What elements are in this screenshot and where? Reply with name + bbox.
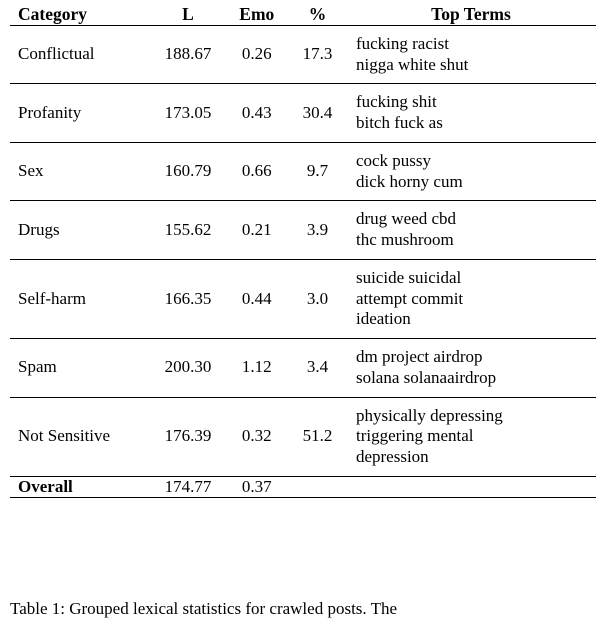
cell-percent: 3.4 bbox=[289, 338, 346, 398]
term-line: nigga white shut bbox=[355, 54, 469, 74]
column-header-l: L bbox=[182, 4, 194, 24]
table-header-row: Category L Emo % Top Terms bbox=[10, 4, 596, 26]
cell-percent: 3.9 bbox=[289, 200, 346, 260]
cell-top-terms bbox=[345, 475, 596, 498]
column-header-category: Category bbox=[18, 4, 88, 24]
cell-l: 176.39 bbox=[151, 396, 225, 477]
column-header-top-terms: Top Terms bbox=[431, 4, 511, 24]
cell-top-terms: drug weed cbd thc mushroom bbox=[345, 200, 596, 260]
term-line: ideation bbox=[355, 309, 411, 329]
lexical-statistics-table: Category L Emo % Top Terms Conflictual 1… bbox=[10, 4, 596, 498]
term-line: dm project airdrop bbox=[355, 347, 483, 367]
cell-category: Sex bbox=[10, 141, 152, 201]
table-row-overall: Overall 174.77 0.37 bbox=[10, 475, 596, 498]
table-body: Conflictual 188.67 0.26 17.3 fucking rac… bbox=[10, 24, 596, 498]
cell-emo: 0.37 bbox=[224, 475, 290, 498]
cell-category: Overall bbox=[10, 475, 152, 498]
cell-emo: 1.12 bbox=[224, 338, 290, 398]
cell-l: 200.30 bbox=[151, 338, 225, 398]
term-line: triggering mental bbox=[355, 426, 474, 446]
table-bottom-rule bbox=[10, 497, 596, 498]
cell-percent bbox=[289, 475, 346, 498]
term-line: bitch fuck as bbox=[355, 113, 443, 133]
cell-percent: 9.7 bbox=[289, 141, 346, 201]
table-row: Not Sensitive 176.39 0.32 51.2 physicall… bbox=[10, 396, 596, 477]
cell-top-terms: dm project airdrop solana solanaairdrop bbox=[345, 338, 596, 398]
cell-category: Profanity bbox=[10, 83, 152, 143]
cell-category: Drugs bbox=[10, 200, 152, 260]
cell-emo: 0.32 bbox=[224, 396, 290, 477]
term-line: physically depressing bbox=[355, 405, 503, 425]
cell-category: Spam bbox=[10, 338, 152, 398]
cell-l: 160.79 bbox=[151, 141, 225, 201]
cell-top-terms: fucking racist nigga white shut bbox=[345, 24, 596, 84]
cell-emo: 0.26 bbox=[224, 24, 290, 84]
cell-emo: 0.21 bbox=[224, 200, 290, 260]
cell-emo: 0.43 bbox=[224, 83, 290, 143]
table-row: Drugs 155.62 0.21 3.9 drug weed cbd thc … bbox=[10, 200, 596, 260]
term-line: suicide suicidal bbox=[355, 267, 462, 287]
cell-l: 173.05 bbox=[151, 83, 225, 143]
term-line: solana solanaairdrop bbox=[355, 367, 497, 387]
table-head: Category L Emo % Top Terms bbox=[10, 4, 596, 26]
term-line: fucking shit bbox=[355, 92, 437, 112]
column-header-percent: % bbox=[308, 4, 327, 24]
table-row: Profanity 173.05 0.43 30.4 fucking shit … bbox=[10, 83, 596, 143]
term-line: thc mushroom bbox=[355, 230, 454, 250]
cell-l: 188.67 bbox=[151, 24, 225, 84]
cell-category: Self-harm bbox=[10, 258, 152, 339]
cell-l: 174.77 bbox=[151, 475, 225, 498]
cell-top-terms: cock pussy dick horny cum bbox=[345, 141, 596, 201]
term-line: attempt commit bbox=[355, 288, 464, 308]
cell-percent: 3.0 bbox=[289, 258, 346, 339]
term-line: dick horny cum bbox=[355, 171, 463, 191]
table-row: Conflictual 188.67 0.26 17.3 fucking rac… bbox=[10, 24, 596, 84]
table-caption: Table 1: Grouped lexical statistics for … bbox=[10, 599, 398, 618]
cell-top-terms: fucking shit bitch fuck as bbox=[345, 83, 596, 143]
table-row: Sex 160.79 0.66 9.7 cock pussy dick horn… bbox=[10, 141, 596, 201]
cell-top-terms: suicide suicidal attempt commit ideation bbox=[345, 258, 596, 339]
cell-l: 166.35 bbox=[151, 258, 225, 339]
cell-top-terms: physically depressing triggering mental … bbox=[345, 396, 596, 477]
cell-category: Not Sensitive bbox=[10, 396, 152, 477]
cell-emo: 0.66 bbox=[224, 141, 290, 201]
paper-table-figure: Category L Emo % Top Terms Conflictual 1… bbox=[0, 4, 606, 640]
cell-l: 155.62 bbox=[151, 200, 225, 260]
cell-percent: 51.2 bbox=[289, 396, 346, 477]
term-line: cock pussy bbox=[355, 150, 432, 170]
cell-category: Conflictual bbox=[10, 24, 152, 84]
cell-percent: 17.3 bbox=[289, 24, 346, 84]
table-row: Self-harm 166.35 0.44 3.0 suicide suicid… bbox=[10, 258, 596, 339]
cell-percent: 30.4 bbox=[289, 83, 346, 143]
column-header-emo: Emo bbox=[239, 4, 275, 24]
term-line: depression bbox=[355, 447, 429, 467]
term-line: fucking racist bbox=[355, 34, 449, 53]
cell-emo: 0.44 bbox=[224, 258, 290, 339]
table-row: Spam 200.30 1.12 3.4 dm project airdrop … bbox=[10, 338, 596, 398]
term-line: drug weed cbd bbox=[355, 209, 457, 229]
